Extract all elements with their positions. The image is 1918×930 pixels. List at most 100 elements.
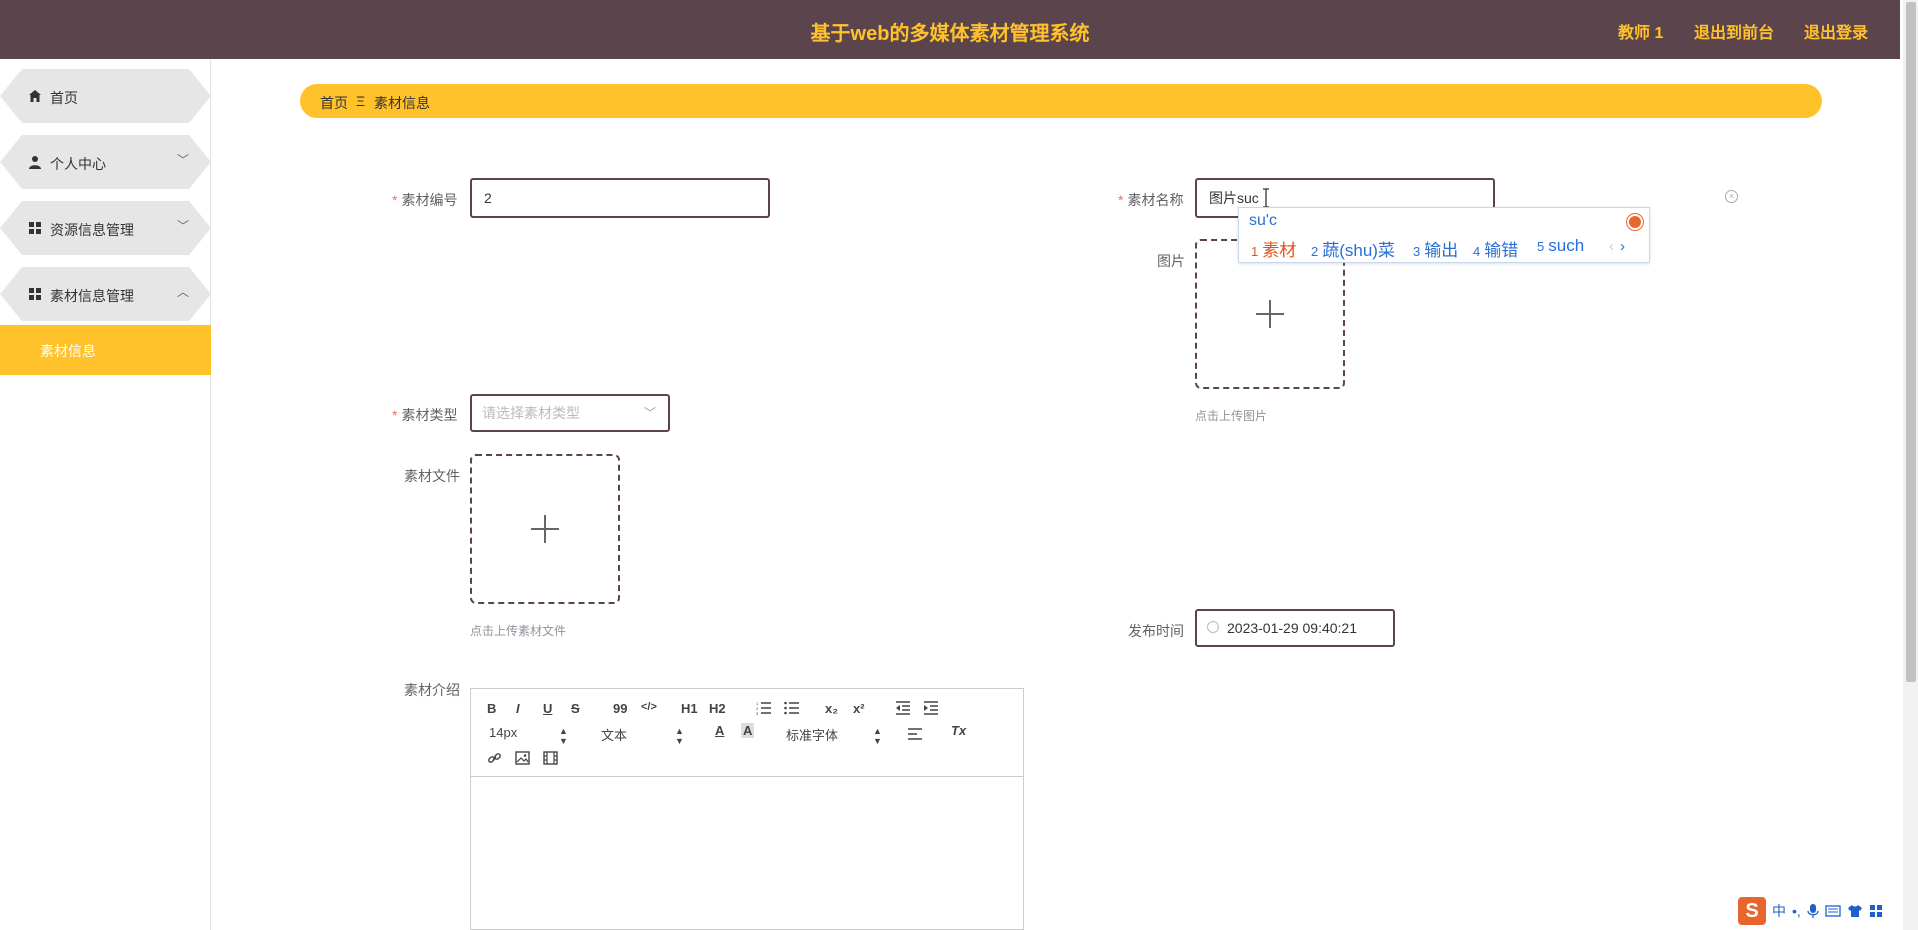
sidebar-subitem-label: 素材信息: [40, 343, 96, 359]
punctuation-toggle[interactable]: •,: [1792, 903, 1801, 919]
file-upload[interactable]: [470, 454, 620, 604]
chevron-down-icon: ﹀: [176, 219, 189, 233]
image-label: 图片: [1157, 253, 1185, 269]
font-family-select[interactable]: 标准字体 ▲ ▼: [786, 725, 882, 746]
lang-toggle[interactable]: 中: [1772, 901, 1786, 921]
plus-icon: [531, 515, 559, 543]
editor-content-area[interactable]: [471, 778, 1023, 929]
grid-icon: [29, 288, 41, 300]
text-style-select[interactable]: 文本 ▲ ▼: [601, 725, 684, 746]
chevron-down-icon: ﹀: [643, 406, 656, 420]
sidebar: 首页 个人中心 ﹀ 资源信息管理 ﹀ 素材信息管理 ︿ 素材信息: [0, 59, 211, 930]
file-upload-hint: 点击上传素材文件: [470, 624, 567, 638]
app-title: 基于web的多媒体素材管理系统: [810, 23, 1090, 45]
vertical-scrollbar[interactable]: [1903, 0, 1918, 930]
name-label: * 素材名称: [1118, 192, 1184, 208]
date-input[interactable]: 2023-01-29 09:40:21: [1195, 609, 1395, 647]
chevron-right-icon: ›: [1620, 238, 1625, 255]
superscript-button[interactable]: x²: [853, 701, 865, 716]
breadcrumb-current: 素材信息: [374, 95, 430, 111]
font-size-select[interactable]: 14px ▲ ▼: [489, 725, 569, 746]
skin-icon[interactable]: [1847, 904, 1863, 918]
ime-status-tray: S 中 •,: [1738, 896, 1883, 926]
sidebar-item-label: 资源信息管理: [50, 222, 134, 238]
date-value: 2023-01-29 09:40:21: [1227, 620, 1357, 636]
type-select[interactable]: 请选择素材类型 ﹀: [470, 394, 670, 432]
indent-icon[interactable]: [923, 701, 939, 715]
logout-link[interactable]: 退出登录: [1804, 19, 1868, 43]
code-input[interactable]: 2: [470, 178, 770, 218]
ime-composition: su'c: [1249, 212, 1277, 229]
ime-candidate-1[interactable]: 1 素材: [1251, 236, 1296, 261]
updown-icon: ▲ ▼: [675, 726, 684, 746]
exit-to-frontend-link[interactable]: 退出到前台: [1694, 19, 1774, 43]
subscript-button[interactable]: x₂: [825, 701, 838, 716]
breadcrumb-home[interactable]: 首页: [320, 93, 348, 113]
bullet-list-icon[interactable]: [784, 701, 800, 715]
code-label: * 素材编号: [392, 192, 458, 208]
sidebar-item-resources[interactable]: 资源信息管理 ﹀: [0, 201, 211, 255]
editor-toolbar: B I U S 99 </> H1 H2 123 x₂ x² 14px ▲ ▼ 文本…: [471, 689, 1023, 777]
ime-candidate-5[interactable]: 5 such: [1537, 236, 1584, 256]
ime-candidate-3[interactable]: 3 输出: [1413, 236, 1458, 261]
type-select-placeholder: 请选择素材类型: [482, 405, 580, 421]
underline-button[interactable]: U: [543, 701, 552, 716]
microphone-icon[interactable]: [1807, 903, 1819, 919]
home-icon: [29, 90, 41, 102]
updown-icon: ▲ ▼: [873, 726, 882, 746]
ime-candidate-2[interactable]: 2 蔬(shu)菜: [1311, 236, 1395, 261]
code-block-button[interactable]: </>: [641, 701, 657, 713]
scrollbar-thumb[interactable]: [1906, 2, 1916, 682]
updown-icon: ▲ ▼: [559, 726, 568, 746]
font-color-icon[interactable]: A: [715, 723, 724, 738]
close-icon[interactable]: ×: [1725, 190, 1738, 203]
link-icon[interactable]: [487, 751, 502, 766]
breadcrumb-separator-icon: Ξ: [356, 93, 366, 109]
clear-format-button[interactable]: Tx: [951, 723, 966, 738]
image-upload-hint: 点击上传图片: [1195, 409, 1268, 423]
sogou-logo-icon[interactable]: S: [1738, 897, 1766, 925]
sidebar-item-label: 素材信息管理: [50, 288, 134, 304]
bold-button[interactable]: B: [487, 701, 496, 716]
plus-icon: [1256, 300, 1284, 328]
ime-pager[interactable]: ‹ ›: [1609, 238, 1625, 255]
image-icon[interactable]: [515, 751, 530, 765]
text-cursor-icon: [1263, 188, 1269, 208]
blockquote-button[interactable]: 99: [613, 701, 627, 716]
ime-candidate-popup: su'c 1 素材 2 蔬(shu)菜 3 输出 4 输错 5 such ‹ ›: [1238, 207, 1650, 263]
ordered-list-icon[interactable]: 123: [756, 701, 772, 715]
ime-candidate-4[interactable]: 4 输错: [1473, 236, 1518, 261]
sidebar-item-profile[interactable]: 个人中心 ﹀: [0, 135, 211, 189]
user-icon: [29, 156, 41, 169]
sidebar-subitem-material-info[interactable]: 素材信息: [0, 325, 211, 375]
file-label: 素材文件: [404, 468, 460, 484]
h2-button[interactable]: H2: [709, 701, 726, 716]
rich-text-editor: B I U S 99 </> H1 H2 123 x₂ x² 14px ▲ ▼ 文本…: [470, 688, 1024, 930]
sidebar-item-materials[interactable]: 素材信息管理 ︿: [0, 267, 211, 321]
sidebar-item-label: 个人中心: [50, 156, 106, 172]
breadcrumb: 首页 Ξ 素材信息: [300, 84, 1822, 118]
sidebar-item-label: 首页: [50, 90, 78, 106]
align-icon[interactable]: [907, 727, 923, 741]
h1-button[interactable]: H1: [681, 701, 698, 716]
grid-icon: [29, 222, 41, 234]
sogou-logo-icon: [1627, 214, 1643, 230]
chevron-left-icon: ‹: [1609, 238, 1614, 255]
video-icon[interactable]: [543, 751, 558, 765]
strike-button[interactable]: S: [571, 701, 580, 716]
sidebar-item-home[interactable]: 首页: [0, 69, 211, 123]
top-header: 基于web的多媒体素材管理系统 教师 1 退出到前台 退出登录: [0, 0, 1900, 59]
background-color-icon[interactable]: A: [741, 723, 755, 738]
keyboard-icon[interactable]: [1825, 905, 1841, 917]
svg-text:3: 3: [756, 711, 759, 715]
toolbox-grid-icon[interactable]: [1869, 904, 1883, 918]
user-name-link[interactable]: 教师 1: [1618, 19, 1663, 43]
chevron-down-icon: ﹀: [176, 153, 189, 167]
date-label: 发布时间: [1128, 623, 1184, 639]
italic-button[interactable]: I: [516, 701, 520, 716]
chevron-up-icon: ︿: [176, 285, 189, 299]
clock-icon: [1207, 621, 1219, 633]
outdent-icon[interactable]: [895, 701, 911, 715]
type-label: * 素材类型: [392, 407, 458, 423]
intro-label: 素材介绍: [404, 682, 460, 698]
